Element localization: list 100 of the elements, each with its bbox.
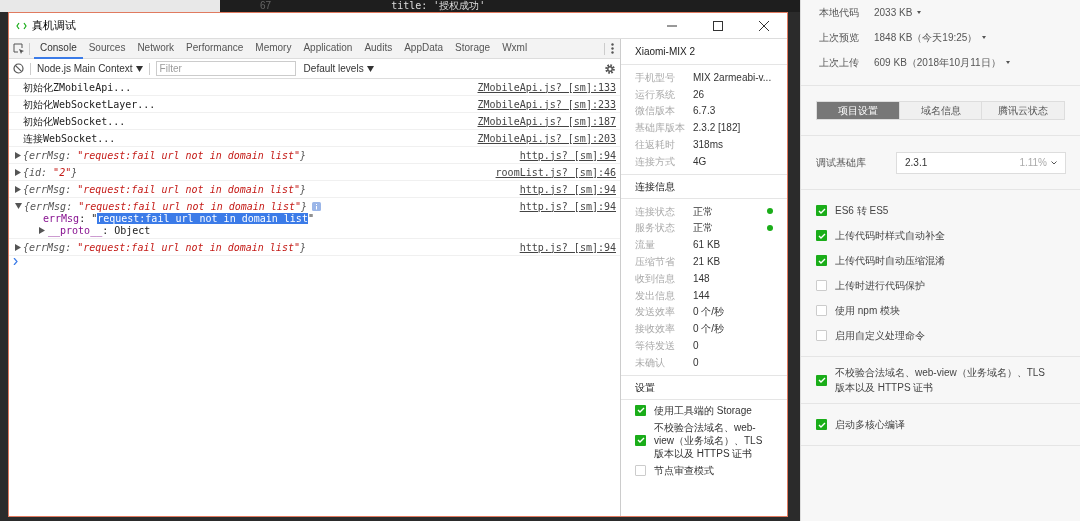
source-link[interactable]: ZMobileApi.js? [sm]:187	[477, 113, 616, 129]
info-label: 上次上传	[819, 56, 860, 70]
info-value: 318ms	[693, 138, 724, 153]
segment-tab[interactable]: 域名信息	[898, 102, 982, 119]
tab[interactable]: Memory	[249, 38, 298, 59]
window-title: 真机调试	[32, 18, 76, 34]
info-value: 61 KB	[693, 238, 722, 253]
tab[interactable]: Console	[34, 38, 83, 59]
usage-share: 1.11%	[1019, 156, 1047, 170]
tab[interactable]: Application	[297, 38, 359, 59]
info-label: 流量	[635, 238, 656, 253]
source-link[interactable]: http.js? [sm]:94	[519, 198, 616, 214]
size-dropdown[interactable]: 2033 KB	[874, 5, 922, 20]
info-icon[interactable]	[312, 201, 321, 211]
option-label: 上传时进行代码保护	[835, 279, 926, 293]
expand-arrow-icon[interactable]	[39, 226, 45, 234]
info-label: 发出信息	[635, 288, 676, 303]
info-label: 连接方式	[635, 154, 676, 169]
source-link[interactable]: ZMobileApi.js? [sm]:233	[477, 96, 616, 112]
info-label: 发送效率	[635, 305, 676, 320]
checkbox[interactable]	[816, 305, 827, 316]
info-label: 等待发送	[635, 339, 676, 354]
code-icon	[16, 21, 27, 30]
source-link[interactable]: http.js? [sm]:94	[519, 147, 616, 163]
object-preview[interactable]: {errMsg: "request:fail url not in domain list"}	[23, 181, 306, 197]
settings-icon[interactable]	[604, 62, 616, 75]
object-preview: {errMsg: "request:fail url not in domain list"}	[24, 199, 307, 214]
option-label: 上传代码时样式自动补全	[835, 229, 946, 243]
expand-arrow-icon[interactable]	[15, 185, 21, 193]
object-preview[interactable]: {errMsg: "request:fail url not in domain list"}	[23, 147, 306, 163]
size-dropdown[interactable]: 609 KB（2018年10月11日）	[874, 55, 1010, 70]
info-label: 压缩节省	[635, 255, 676, 270]
option-label: 使用工具端的 Storage	[654, 403, 752, 417]
tab[interactable]: Sources	[82, 38, 132, 59]
levels-dropdown[interactable]: Default levels	[303, 61, 374, 76]
log-message: 连接WebSocket...	[23, 131, 116, 146]
info-value: 21 KB	[693, 255, 722, 270]
segment-tab[interactable]: 腾讯云状态	[981, 102, 1064, 119]
clear-icon[interactable]	[13, 63, 24, 74]
prompt-icon[interactable]	[13, 258, 18, 265]
source-link[interactable]: ZMobileApi.js? [sm]:203	[477, 130, 616, 146]
source-link[interactable]: ZMobileApi.js? [sm]:133	[477, 79, 616, 95]
checkbox[interactable]	[816, 280, 827, 291]
filter-field[interactable]: Filter	[155, 61, 296, 76]
caret-icon	[917, 11, 922, 14]
checkbox[interactable]	[816, 374, 827, 386]
checkbox[interactable]	[816, 419, 827, 430]
checkbox[interactable]	[635, 464, 646, 476]
option-label: 启用自定义处理命令	[835, 329, 926, 343]
section-title: Xiaomi-MIX 2	[635, 45, 695, 59]
checkbox[interactable]	[635, 434, 646, 446]
checkbox[interactable]	[635, 404, 646, 416]
info-label: 往返耗时	[635, 138, 676, 153]
checkbox[interactable]	[816, 205, 827, 216]
tab[interactable]: Storage	[449, 38, 497, 59]
tab[interactable]: Wxml	[496, 38, 534, 59]
info-value: MIX 2armeabi-v...	[693, 70, 773, 85]
info-label: 手机型号	[635, 70, 676, 85]
collapse-arrow-icon[interactable]	[15, 203, 22, 209]
size-dropdown[interactable]: 1848 KB（今天19:25）	[874, 30, 987, 45]
option-label: 上传代码时自动压缩混淆	[835, 254, 946, 268]
dropdown-value: 2.3.1	[905, 156, 929, 170]
caret-icon	[366, 65, 374, 72]
expand-arrow-icon[interactable]	[15, 243, 21, 251]
tab[interactable]: Performance	[180, 38, 250, 59]
checkbox[interactable]	[816, 330, 827, 341]
info-label: 微信版本	[635, 104, 676, 119]
expand-arrow-icon[interactable]	[15, 168, 21, 176]
tab[interactable]: AppData	[398, 38, 450, 59]
info-value: 0 个/秒	[693, 322, 726, 337]
caret-icon	[135, 65, 143, 72]
library-dropdown[interactable]: 2.3.1 1.11%	[896, 151, 1066, 174]
object-preview[interactable]: {id: "2"}	[23, 164, 78, 180]
tab[interactable]: Network	[131, 38, 181, 59]
minimize-icon	[667, 24, 677, 27]
info-label: 本地代码	[819, 6, 860, 20]
source-link[interactable]: roomList.js? [sm]:46	[495, 164, 616, 180]
object-preview[interactable]: {errMsg: "request:fail url not in domain list"}	[23, 239, 306, 255]
caret-icon	[1005, 61, 1010, 64]
context-dropdown[interactable]: Node.js Main Context	[37, 61, 143, 76]
more-icon[interactable]	[611, 43, 614, 54]
option-label: 不校验合法域名、web-view（业务域名）、TLS 版本以及 HTTPS 证书	[835, 366, 1047, 395]
source-link[interactable]: http.js? [sm]:94	[519, 181, 616, 197]
info-label: 接收效率	[635, 322, 676, 337]
property-line: errMsg: "request:fail url not in domain list"	[43, 212, 314, 226]
expand-arrow-icon[interactable]	[15, 151, 21, 159]
chevron-down-icon	[1051, 160, 1057, 165]
option-label: 使用 npm 模块	[835, 304, 901, 318]
inspect-icon[interactable]	[13, 42, 25, 55]
source-link[interactable]: http.js? [sm]:94	[519, 239, 616, 255]
log-message: 初始化ZMobileApi...	[23, 80, 132, 95]
line-number: 67	[260, 1, 272, 11]
tab[interactable]: Audits	[358, 38, 399, 59]
checkbox[interactable]	[816, 255, 827, 266]
section-title: 连接信息	[635, 179, 675, 194]
checkbox[interactable]	[816, 230, 827, 241]
info-label: 基础库版本	[635, 121, 686, 136]
segment-tab[interactable]: 项目设置	[817, 102, 899, 119]
info-value: 6.7.3	[693, 104, 717, 119]
maximize-icon	[713, 20, 723, 31]
